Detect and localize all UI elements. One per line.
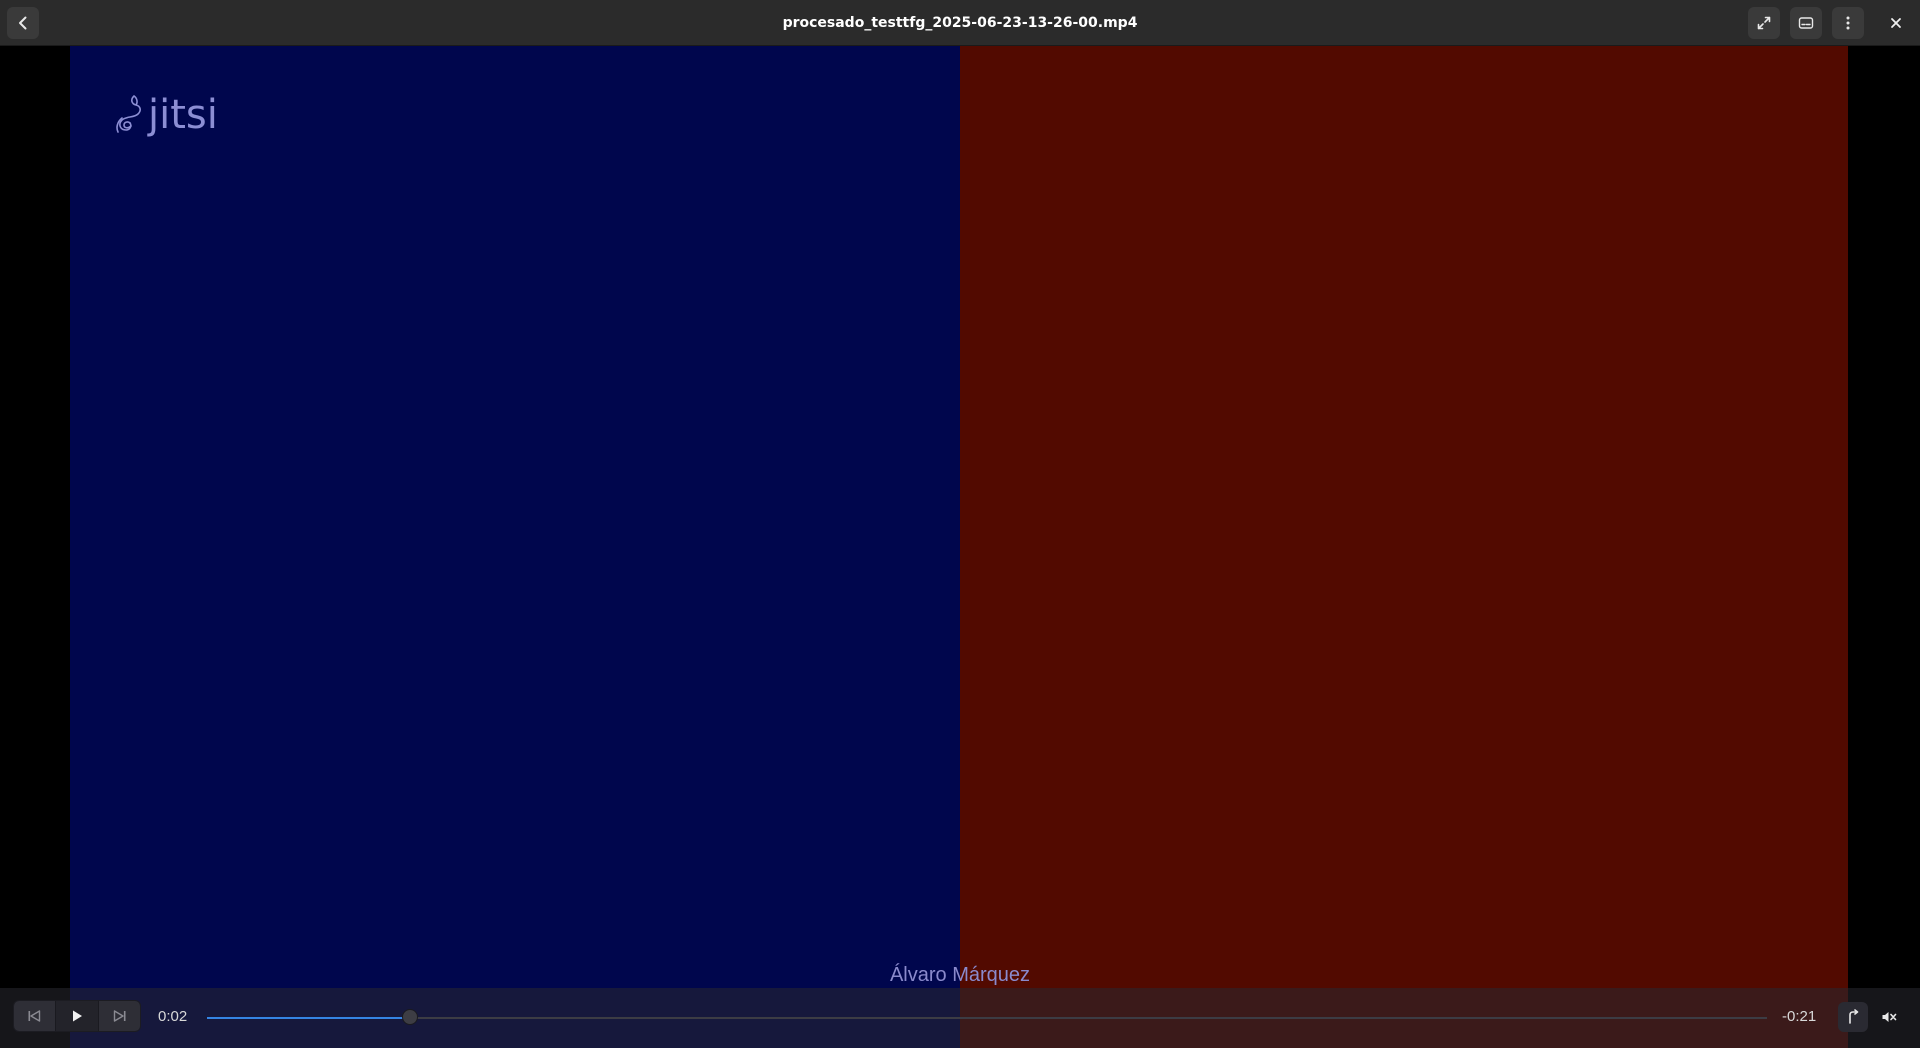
jitsi-logo-icon	[112, 92, 146, 138]
play-icon	[69, 1008, 85, 1024]
header-bar: procesado_testtfg_2025-06-23-13-26-00.mp…	[0, 0, 1920, 46]
subtitles-icon	[1798, 15, 1814, 31]
transport-buttons	[13, 1000, 141, 1032]
playback-speed-icon	[1845, 1009, 1861, 1025]
skip-next-icon	[112, 1008, 128, 1024]
video-right-tile	[960, 46, 1848, 1048]
next-button[interactable]	[98, 1001, 140, 1031]
fullscreen-button[interactable]	[1748, 7, 1780, 39]
fullscreen-icon	[1756, 15, 1772, 31]
skip-previous-icon	[26, 1008, 42, 1024]
mute-button[interactable]	[1874, 1002, 1904, 1032]
subtitles-button[interactable]	[1790, 7, 1822, 39]
close-icon	[1890, 17, 1902, 29]
video-canvas[interactable]: jitsi Álvaro Márquez	[0, 46, 1920, 1048]
video-player-window: procesado_testtfg_2025-06-23-13-26-00.mp…	[0, 0, 1920, 1048]
close-button[interactable]	[1880, 7, 1912, 39]
seek-handle[interactable]	[401, 1009, 418, 1025]
remaining-time: -0:21	[1782, 1008, 1817, 1025]
jitsi-logo: jitsi	[112, 90, 218, 140]
seek-track	[207, 1017, 1767, 1019]
more-options-icon	[1840, 15, 1856, 31]
playback-speed-button[interactable]	[1838, 1002, 1868, 1032]
seek-progress	[207, 1017, 410, 1019]
jitsi-logo-text: jitsi	[148, 92, 218, 138]
speaker-name-text: Álvaro Márquez	[889, 964, 1031, 986]
go-back-icon	[15, 15, 31, 31]
video-left-tile	[70, 46, 960, 1048]
play-button[interactable]	[54, 1001, 99, 1031]
playback-controls-bar: 0:02 -0:21	[0, 988, 1920, 1048]
seek-bar[interactable]	[207, 1009, 1767, 1025]
previous-button[interactable]	[14, 1001, 55, 1031]
speaker-name-label: Álvaro Márquez	[0, 964, 1920, 987]
volume-muted-icon	[1881, 1009, 1897, 1025]
elapsed-time: 0:02	[158, 1008, 188, 1025]
back-button[interactable]	[7, 7, 39, 39]
window-title: procesado_testtfg_2025-06-23-13-26-00.mp…	[782, 15, 1138, 31]
main-menu-button[interactable]	[1832, 7, 1864, 39]
